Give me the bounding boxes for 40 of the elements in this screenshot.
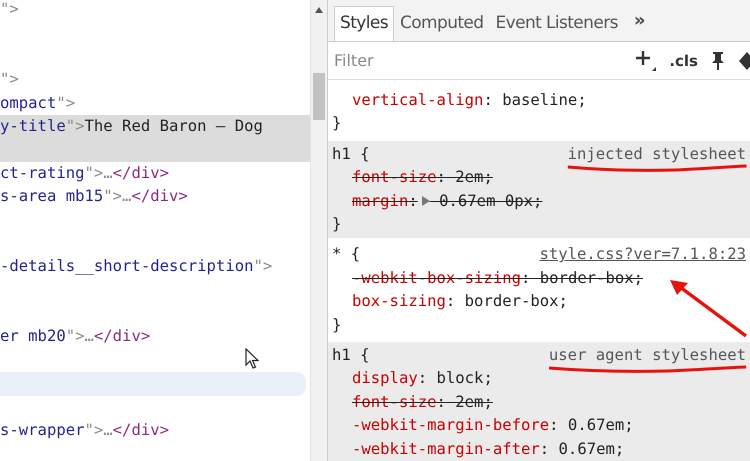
mouse-pointer-icon [245, 348, 259, 370]
filter-field[interactable]: Filter [332, 50, 624, 71]
code-line[interactable]: er mb20">…</div> [0, 327, 150, 346]
css-declaration[interactable]: vertical-align: baseline; [352, 91, 587, 109]
css-declaration[interactable]: font-size: 2em; [352, 392, 493, 411]
code-line[interactable]: ct-rating">…</div> [0, 164, 170, 182]
scrollbar-thumb[interactable] [313, 73, 325, 120]
selected-row[interactable]: y-title">The Red Baron – Dog [0, 114, 310, 138]
expand-icon[interactable] [422, 196, 430, 206]
css-declaration[interactable]: -webkit-box-sizing: border-box; [352, 268, 644, 287]
source-label: user agent stylesheet [548, 346, 746, 364]
add-rule-icon[interactable] [635, 50, 658, 72]
pin-icon[interactable] [710, 50, 726, 70]
code-line[interactable]: -details__short-description"> [0, 257, 272, 276]
code-line[interactable]: s-wrapper">…</div> [0, 421, 170, 440]
code-line[interactable]: s-area mb15">…</div> [0, 187, 188, 206]
rule-closing-brace: } [332, 314, 342, 336]
more-tabs-button[interactable]: » [624, 4, 652, 41]
rule-selector: * { [332, 244, 360, 266]
css-declaration[interactable]: -webkit-margin-before: 0.67em; [352, 416, 634, 434]
css-declaration[interactable]: margin: 0.67em 0px; [352, 192, 542, 210]
rule-selector: h1 { [332, 144, 370, 165]
rule-closing-brace: } [332, 214, 342, 236]
code-line[interactable]: ompact"> [0, 94, 76, 112]
source-label: injected stylesheet [568, 144, 746, 163]
rule-closing-brace: } [332, 113, 342, 134]
css-declaration[interactable]: -webkit-margin-after: 0.67em; [352, 440, 624, 458]
css-declaration[interactable]: display: block; [352, 369, 493, 388]
cls-button[interactable]: .cls [669, 52, 698, 70]
diamond-icon[interactable] [738, 50, 750, 70]
scrollbar[interactable] [310, 0, 327, 461]
code-line[interactable]: y-title">The Red Baron – Dog [0, 116, 263, 135]
source-link[interactable]: style.css?ver=7.1.8:23 [539, 245, 746, 264]
panel-tab[interactable]: Styles [334, 6, 394, 41]
rule-selector: h1 { [332, 345, 370, 366]
css-declaration[interactable]: box-sizing: border-box; [352, 292, 568, 310]
panel-tab[interactable]: Event Listeners [489, 6, 624, 41]
css-declaration[interactable]: font-size: 2em; [352, 168, 493, 186]
panel-tab[interactable]: Computed [394, 6, 490, 41]
scroll-up-icon[interactable] [315, 7, 323, 13]
